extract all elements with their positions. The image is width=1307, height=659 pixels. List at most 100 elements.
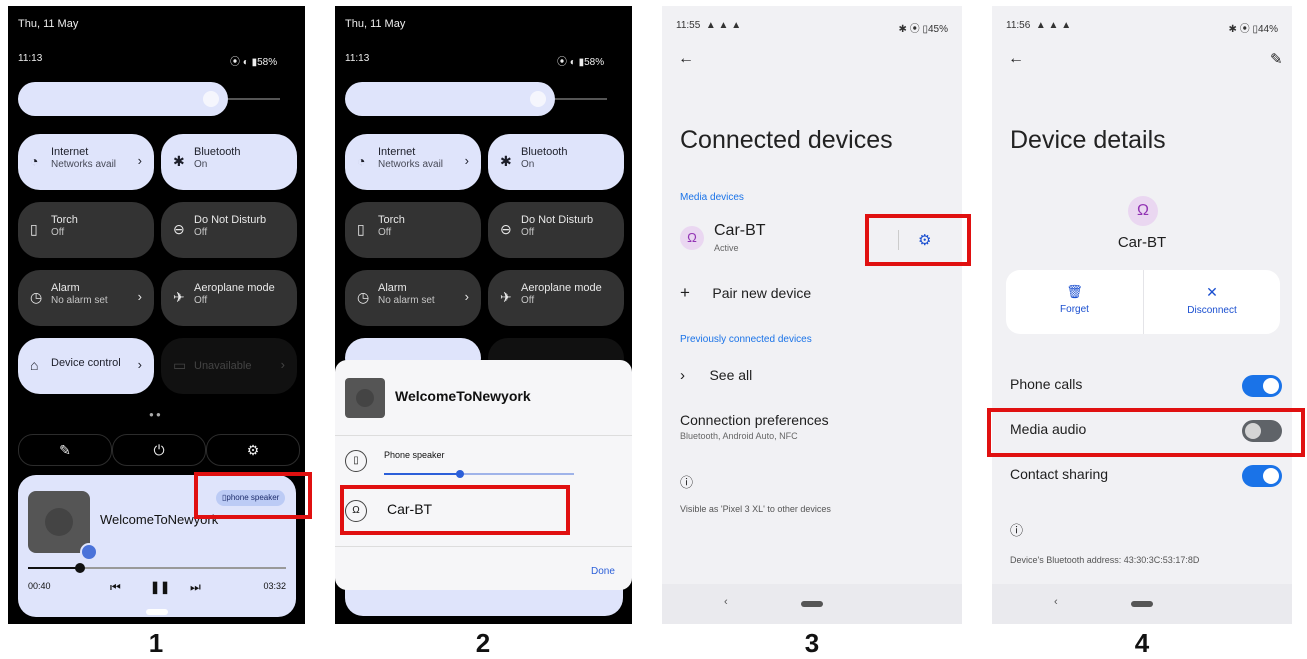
- tile-aeroplane[interactable]: ✈ Aeroplane mode Off: [161, 270, 297, 326]
- tile-label: Device control: [51, 357, 121, 369]
- phone-calls-switch[interactable]: [1242, 375, 1282, 397]
- info-icon: ⓘ: [680, 475, 694, 490]
- highlight-settings-gear: [865, 214, 971, 266]
- device-name: Car-BT: [714, 222, 766, 239]
- tile-dnd[interactable]: ⊖ Do Not Disturb Off: [161, 202, 297, 258]
- bluetooth-icon: ✱: [500, 153, 512, 169]
- tile-sublabel: Off: [521, 227, 535, 238]
- tile-device-control[interactable]: ⌂ Device control ›: [18, 338, 154, 394]
- tile-unavailable: ▭ Unavailable ›: [161, 338, 297, 394]
- battery-level: 45%: [927, 24, 948, 35]
- tile-torch[interactable]: ▯ Torch Off: [345, 202, 481, 258]
- step-label-3: 3: [804, 628, 820, 658]
- headphones-icon: Ω: [1128, 196, 1158, 226]
- bluetooth-icon: ✱: [1228, 24, 1237, 35]
- notification-icons: ▲ ▲ ▲: [1033, 20, 1072, 31]
- brightness-icon: [530, 91, 546, 107]
- location-icon: ⦿: [1239, 24, 1250, 35]
- back-nav-button[interactable]: ‹: [1054, 596, 1058, 608]
- status-time: 11:56: [1006, 20, 1031, 31]
- back-button[interactable]: ←: [678, 50, 694, 68]
- home-handle[interactable]: [1131, 601, 1153, 607]
- brightness-track: [228, 98, 280, 100]
- contact-sharing-switch[interactable]: [1242, 465, 1282, 487]
- tile-bluetooth[interactable]: ✱ Bluetooth On: [488, 134, 624, 190]
- device-status: Active: [714, 243, 739, 253]
- status-time: 11:13: [345, 53, 370, 64]
- action-card: 🗑 Forget ✕ Disconnect: [1006, 270, 1280, 334]
- home-handle[interactable]: [146, 609, 168, 615]
- tile-dnd[interactable]: ⊖ Do Not Disturb Off: [488, 202, 624, 258]
- brightness-slider[interactable]: [18, 82, 228, 116]
- settings-button[interactable]: ⚙: [206, 434, 300, 466]
- home-handle[interactable]: [801, 601, 823, 607]
- wifi-icon: ◔: [357, 153, 366, 169]
- bluetooth-icon: ✱: [173, 153, 185, 169]
- forget-label: Forget: [1060, 304, 1089, 315]
- status-icons: ⦿ ◐ ▮58%: [557, 53, 604, 68]
- toggle-row-phone-calls[interactable]: Phone calls: [1010, 375, 1282, 400]
- done-button[interactable]: Done: [591, 566, 615, 577]
- tile-internet[interactable]: ◔ Internet Networks avail ›: [18, 134, 154, 190]
- previous-button[interactable]: ⏮: [110, 580, 121, 595]
- edit-button[interactable]: ✎: [1270, 50, 1283, 68]
- tile-label: Do Not Disturb: [521, 214, 594, 226]
- dnd-icon: ⊖: [500, 221, 512, 237]
- status-icons-right: ✱ ⦿ ▯45%: [899, 20, 948, 35]
- tile-label: Alarm: [378, 282, 407, 294]
- page-title: Connected devices: [680, 126, 893, 154]
- close-icon: ✕: [1206, 284, 1218, 300]
- forget-button[interactable]: 🗑 Forget: [1006, 270, 1143, 334]
- pair-new-device-row[interactable]: + Pair new device: [680, 283, 811, 303]
- airplane-icon: ✈: [173, 289, 185, 305]
- duration-time: 03:32: [263, 581, 286, 591]
- connection-preferences-row[interactable]: Connection preferences Bluetooth, Androi…: [680, 412, 829, 441]
- back-nav-button[interactable]: ‹: [724, 596, 728, 608]
- page-indicator: ● ●: [149, 410, 161, 419]
- device-name: Car-BT: [1117, 234, 1167, 251]
- data-saver-icon: ◐: [569, 57, 576, 68]
- bluetooth-icon: ✱: [898, 24, 907, 35]
- brightness-icon: [203, 91, 219, 107]
- screen-1-quick-settings: Thu, 11 May 11:13 ⦿ ◐ ▮58% ◔ Internet Ne…: [8, 6, 305, 624]
- tile-bluetooth[interactable]: ✱ Bluetooth On: [161, 134, 297, 190]
- toggle-row-contact-sharing[interactable]: Contact sharing: [1010, 465, 1282, 490]
- screen-3-connected-devices: 11:55 ▲ ▲ ▲ ✱ ⦿ ▯45% ← Connected devices…: [662, 6, 962, 624]
- disconnect-button[interactable]: ✕ Disconnect: [1144, 270, 1280, 334]
- tile-label: Aeroplane mode: [521, 282, 602, 294]
- disconnect-label: Disconnect: [1187, 305, 1237, 316]
- tile-label: Torch: [378, 214, 405, 226]
- next-button[interactable]: ⏭: [190, 580, 201, 595]
- brightness-slider[interactable]: [345, 82, 555, 116]
- screen-4-device-details: 11:56 ▲ ▲ ▲ ✱ ⦿ ▯44% ← ✎ Device details …: [992, 6, 1292, 624]
- battery-level: 58%: [584, 57, 605, 68]
- battery-level: 44%: [1257, 24, 1278, 35]
- conn-pref-sub: Bluetooth, Android Auto, NFC: [680, 431, 798, 441]
- tile-alarm[interactable]: ◷ Alarm No alarm set ›: [18, 270, 154, 326]
- tile-sublabel: Off: [378, 227, 392, 238]
- location-icon: ⦿: [557, 57, 567, 68]
- back-button[interactable]: ←: [1008, 50, 1024, 68]
- see-all-row[interactable]: › See all: [680, 367, 752, 385]
- volume-thumb[interactable]: [456, 470, 464, 478]
- tile-sublabel: Off: [521, 295, 535, 306]
- tile-aeroplane[interactable]: ✈ Aeroplane mode Off: [488, 270, 624, 326]
- pause-button[interactable]: ❚❚: [150, 580, 170, 594]
- dialog-divider: [335, 435, 632, 436]
- seekbar-thumb[interactable]: [74, 563, 85, 573]
- device-row-car-bt[interactable]: Ω Car-BT Active: [680, 220, 880, 260]
- edit-button[interactable]: ✎: [18, 434, 112, 466]
- plus-icon: +: [680, 283, 690, 302]
- tile-sublabel: Networks avail: [51, 159, 117, 170]
- power-button[interactable]: ⏻: [112, 434, 206, 466]
- phone-speaker-row[interactable]: ▯ Phone speaker: [345, 448, 625, 484]
- tile-alarm[interactable]: ◷ Alarm No alarm set ›: [345, 270, 481, 326]
- volume-slider[interactable]: [384, 470, 574, 478]
- alarm-icon: ◷: [357, 289, 370, 305]
- tile-sublabel: No alarm set: [51, 295, 108, 306]
- location-icon: ⦿: [230, 57, 240, 68]
- tile-torch[interactable]: ▯ Torch Off: [18, 202, 154, 258]
- seekbar[interactable]: [28, 563, 286, 573]
- tile-internet[interactable]: ◔ Internet Networks avail ›: [345, 134, 481, 190]
- chevron-right-icon: ›: [137, 357, 142, 372]
